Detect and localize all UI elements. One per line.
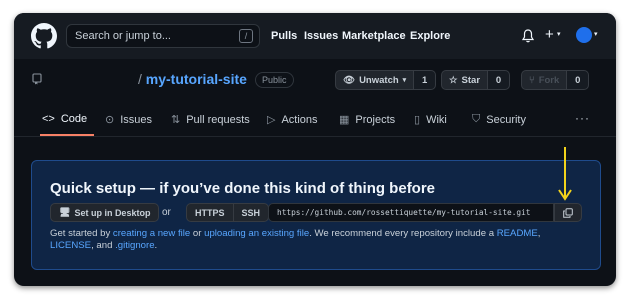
tab-projects-label: Projects [355, 113, 396, 126]
fork-count[interactable]: 0 [567, 70, 590, 90]
search-input[interactable]: Search or jump to... / [66, 24, 260, 48]
unwatch-group: 👁 Unwatch ▾ 1 [335, 70, 437, 90]
tab-actions-label: Actions [281, 113, 318, 126]
help-text-3: . We recommend every repository include … [309, 228, 497, 239]
https-button[interactable]: HTTPS [186, 203, 234, 222]
readme-link[interactable]: README [497, 228, 538, 239]
plus-icon[interactable]: + [545, 26, 554, 43]
nav-marketplace[interactable]: Marketplace [342, 30, 406, 42]
more-icon[interactable]: ··· [575, 111, 590, 125]
repo-icon [32, 73, 42, 85]
repo-title: / my-tutorial-site [138, 71, 247, 87]
clone-url-input[interactable]: https://github.com/rossettiquette/my-tut… [268, 203, 554, 222]
tab-pull-requests[interactable]: ⇅ Pull requests [171, 113, 250, 127]
bell-icon[interactable] [522, 29, 534, 43]
tab-wiki[interactable]: ▯ Wiki [414, 113, 447, 127]
tab-issues[interactable]: ⊙ Issues [105, 113, 153, 127]
fork-label: Fork [538, 74, 560, 86]
ssh-button[interactable]: SSH [233, 203, 270, 222]
quick-setup-panel: Quick setup — if you’ve done this kind o… [31, 160, 601, 270]
help-text-6: . [154, 240, 158, 251]
search-shortcut-key: / [239, 29, 253, 43]
help-text-4: , [537, 228, 541, 239]
pull-request-icon: ⇅ [171, 114, 181, 126]
github-logo-icon[interactable] [31, 23, 57, 49]
setup-in-desktop-button[interactable]: 🖥 Set up in Desktop [50, 203, 160, 222]
repo-name-link[interactable]: my-tutorial-site [146, 71, 247, 87]
nav-pulls[interactable]: Pulls [271, 30, 297, 42]
eye-icon: 👁 [343, 74, 356, 86]
creating-new-file-link[interactable]: creating a new file [113, 228, 190, 239]
tab-projects[interactable]: ▦ Projects [339, 113, 396, 127]
star-group: ☆ Star 0 [441, 70, 511, 90]
or-label: or [162, 207, 171, 218]
unwatch-caret-icon: ▾ [402, 77, 407, 84]
star-count[interactable]: 0 [488, 70, 511, 90]
play-icon: ▷ [267, 114, 276, 126]
plus-caret-icon[interactable]: ▾ [557, 30, 561, 38]
star-icon: ☆ [449, 74, 458, 86]
copy-icon [563, 207, 573, 218]
table-icon: ▦ [339, 114, 350, 126]
unwatch-count[interactable]: 1 [414, 70, 437, 90]
tab-code[interactable]: <> Code [42, 113, 87, 125]
user-avatar[interactable] [576, 27, 592, 43]
uploading-existing-file-link[interactable]: uploading an existing file [204, 228, 309, 239]
fork-button[interactable]: ⑂ Fork [521, 70, 568, 90]
help-text-1: Get started by [50, 228, 113, 239]
desktop-icon: 🖥 [59, 207, 71, 217]
quick-setup-title: Quick setup — if you’ve done this kind o… [50, 180, 436, 197]
license-link[interactable]: LICENSE [50, 240, 91, 251]
tab-security[interactable]: ⛉ Security [472, 113, 526, 126]
protocol-toggle: HTTPS SSH [186, 203, 270, 222]
code-icon: <> [42, 113, 55, 125]
shield-icon: ⛉ [472, 113, 481, 125]
help-text-2: or [190, 228, 205, 239]
setup-help-text: Get started by creating a new file or up… [50, 228, 580, 252]
annotation-arrow-icon [558, 147, 572, 201]
setup-in-desktop-label: Set up in Desktop [74, 207, 151, 218]
tab-code-label: Code [60, 113, 88, 125]
star-label: Star [461, 74, 481, 86]
issue-icon: ⊙ [105, 114, 115, 126]
fork-group: ⑂ Fork 0 [521, 70, 590, 90]
search-placeholder: Search or jump to... [75, 30, 171, 42]
unwatch-label: Unwatch [359, 74, 399, 86]
top-navigation-bar: Search or jump to... / Pulls Issues Mark… [14, 13, 616, 59]
repo-separator: / [138, 71, 142, 87]
help-text-5: , and [91, 240, 116, 251]
unwatch-button[interactable]: 👁 Unwatch ▾ [335, 70, 415, 90]
gitignore-link[interactable]: .gitignore [115, 240, 154, 251]
tab-actions[interactable]: ▷ Actions [267, 113, 318, 127]
avatar-caret-icon[interactable]: ▾ [594, 30, 598, 38]
github-window: Search or jump to... / Pulls Issues Mark… [14, 13, 616, 286]
copy-url-button[interactable] [554, 203, 582, 222]
tab-security-label: Security [486, 113, 526, 126]
tab-divider [14, 136, 616, 137]
visibility-badge: Public [255, 72, 294, 88]
star-button[interactable]: ☆ Star [441, 70, 489, 90]
nav-explore[interactable]: Explore [410, 30, 450, 42]
tab-pull-requests-label: Pull requests [186, 113, 250, 126]
nav-issues[interactable]: Issues [304, 30, 338, 42]
tab-issues-label: Issues [120, 113, 153, 126]
fork-icon: ⑂ [529, 74, 535, 86]
book-icon: ▯ [414, 114, 421, 126]
tab-wiki-label: Wiki [426, 113, 447, 126]
